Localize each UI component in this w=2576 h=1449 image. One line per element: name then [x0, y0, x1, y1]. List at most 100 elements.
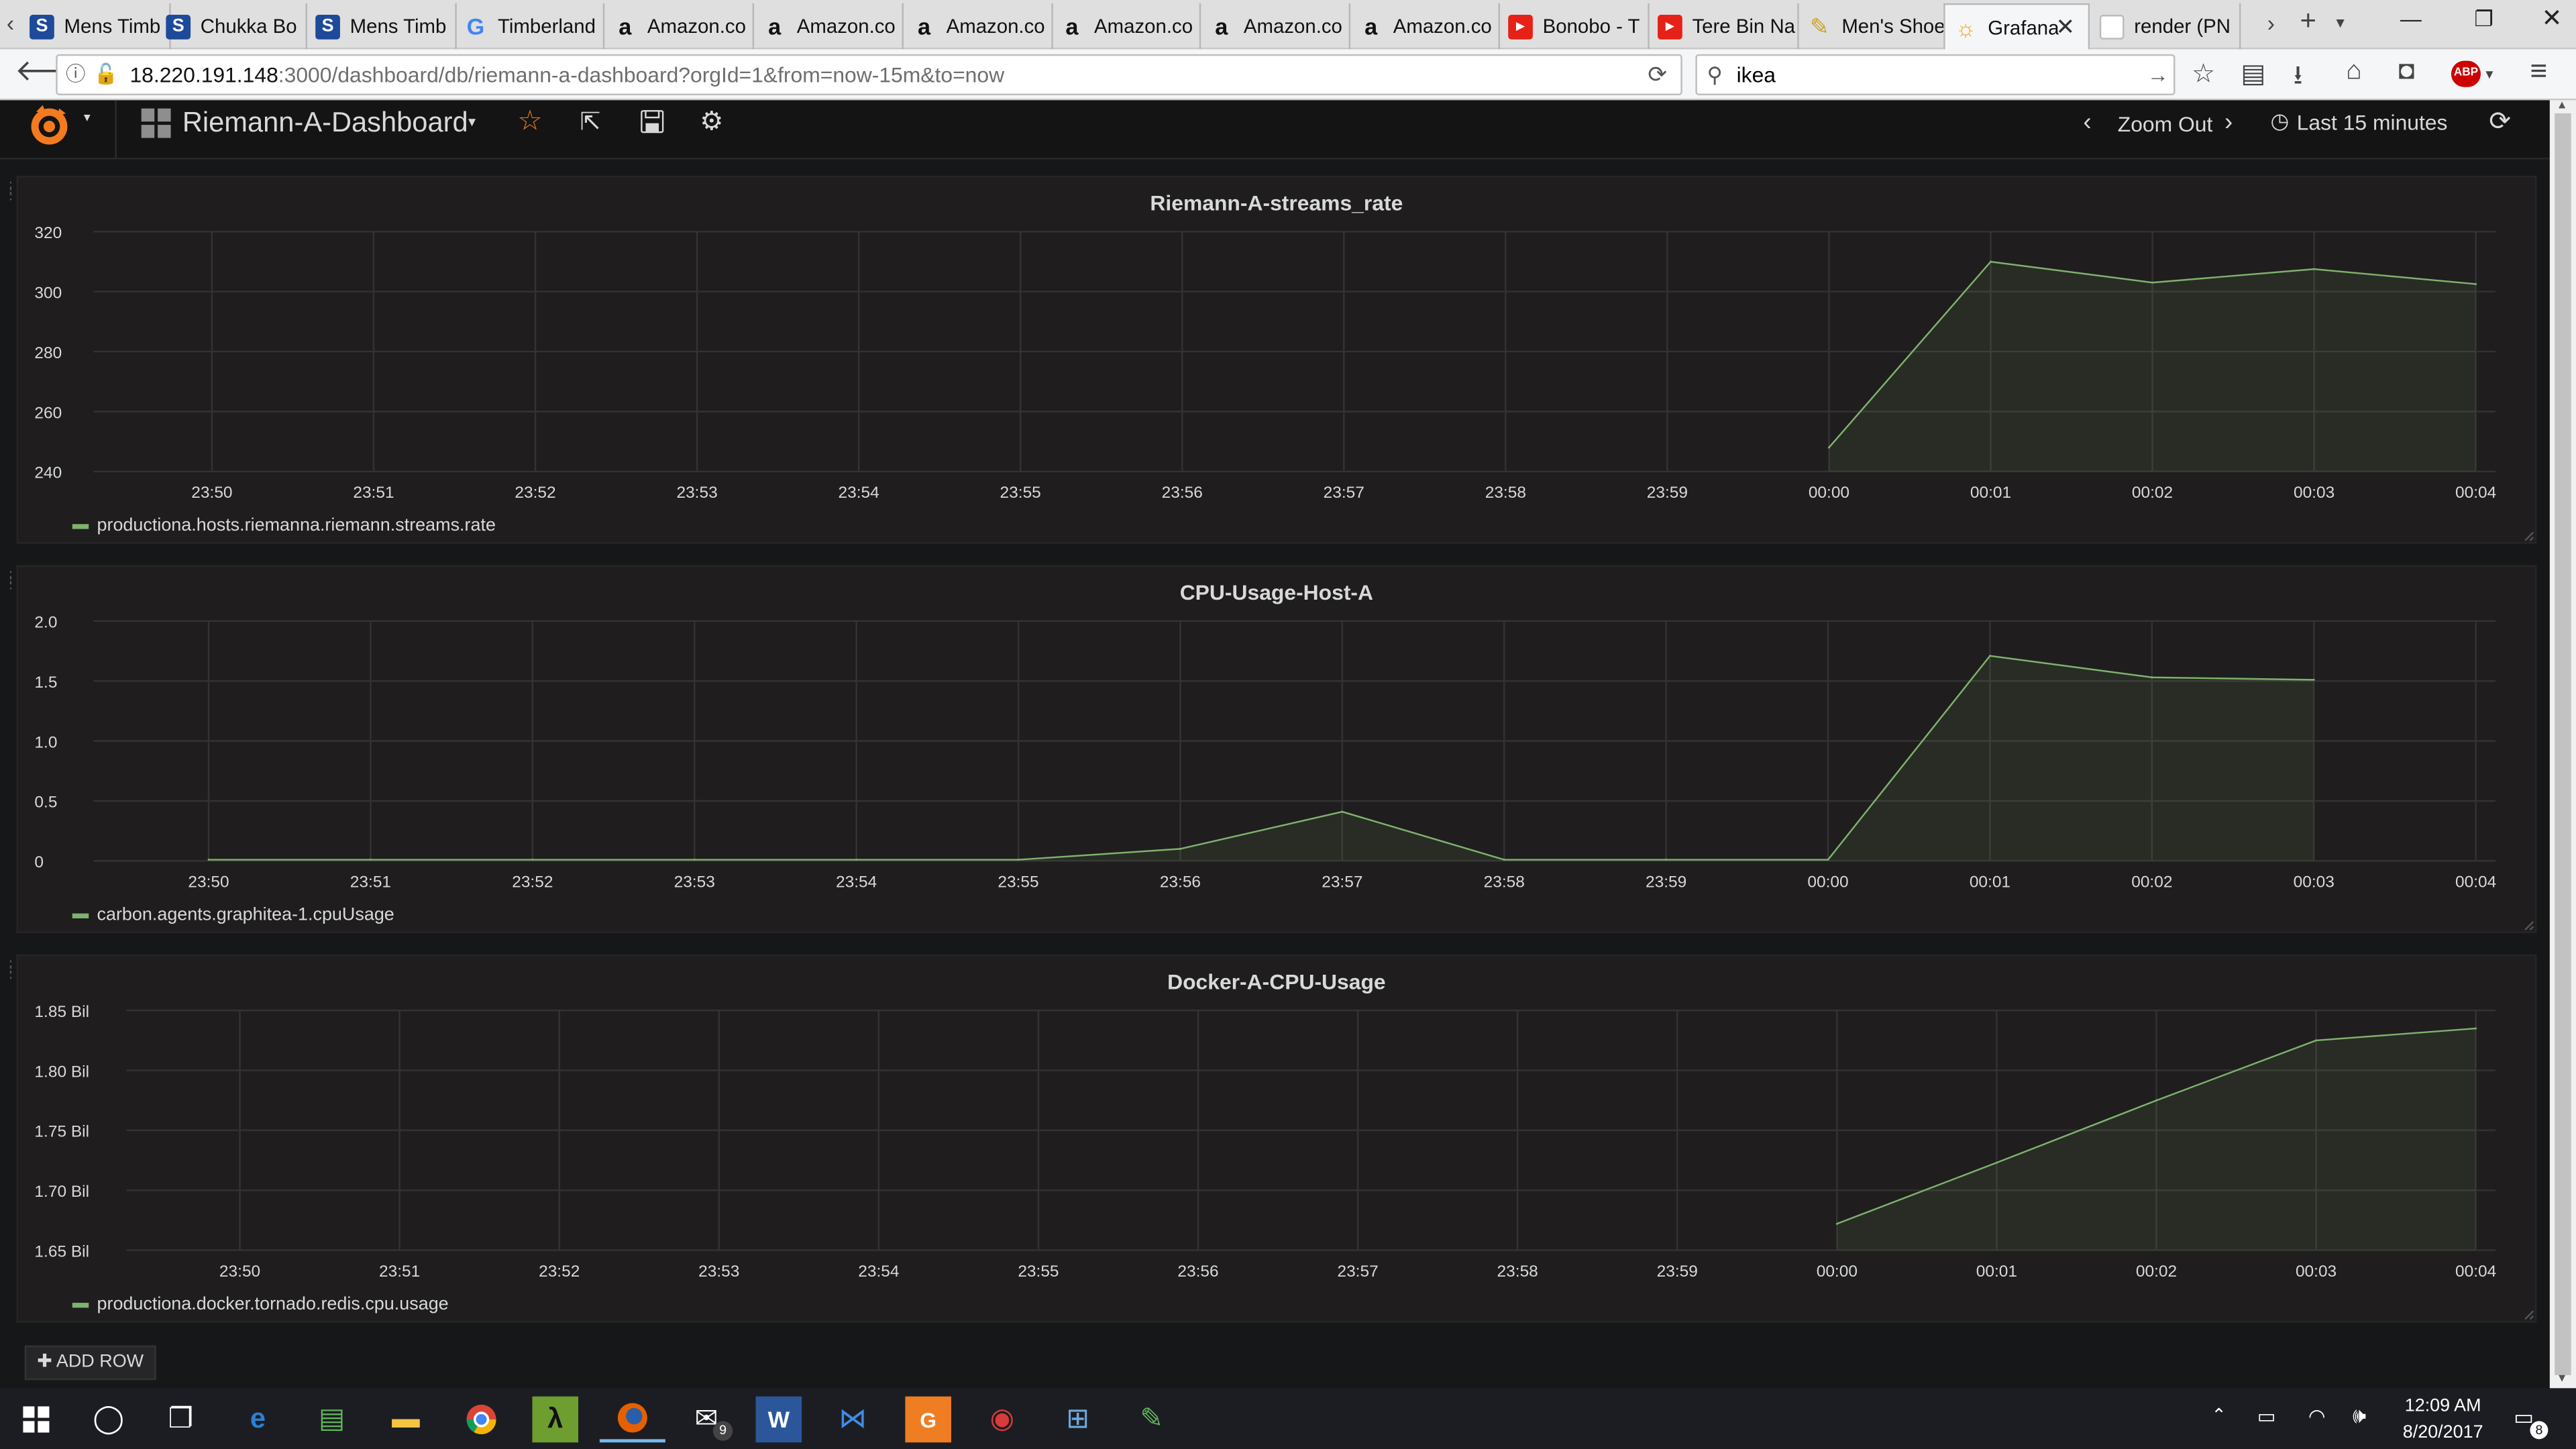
graph-panel[interactable]: 0 0.5 1.0 1.5 2.0 23:50 23:51 23:52 23:53 23:54 23… — [16, 565, 2538, 935]
firefox-icon[interactable] — [599, 1397, 665, 1443]
scroll-tabs-right-icon[interactable]: › — [2267, 10, 2275, 36]
adblock-dropdown-icon[interactable]: ▾ — [2485, 66, 2493, 84]
graph-panel[interactable]: 1.65 Bil 1.70 Bil 1.75 Bil 1.80 Bil 1.85 Bil… — [16, 954, 2537, 1323]
browser-tab[interactable]: a Amazon.co — [1051, 3, 1201, 50]
hamburger-menu-icon[interactable]: ≡ — [2530, 54, 2547, 89]
share-icon[interactable]: ⇱ — [580, 107, 600, 137]
tab-list-dropdown-icon[interactable]: ▾ — [2336, 15, 2344, 33]
panel-resize-handle-icon[interactable] — [2524, 531, 2534, 541]
scroll-tabs-left-icon[interactable]: ‹ — [7, 10, 14, 36]
add-row-button[interactable]: ✚ ADD ROW — [24, 1345, 156, 1381]
vscode-icon[interactable]: ⋈ — [830, 1397, 876, 1443]
insecure-lock-icon[interactable]: 🔓 — [94, 56, 119, 93]
pdf-app-icon[interactable]: G — [905, 1396, 951, 1443]
data-point[interactable] — [1827, 446, 1830, 449]
url-bar[interactable]: ⓘ 🔓 18.220.191.148:3000/dashboard/db/rie… — [56, 54, 1682, 96]
data-point[interactable] — [2475, 1027, 2477, 1030]
browser-tab[interactable]: S Mens Timb — [307, 3, 457, 50]
time-shift-forward-icon[interactable]: › — [2224, 109, 2233, 137]
browser-tab[interactable]: ▶ Bonobo - T — [1500, 3, 1650, 50]
row-drag-handle-icon[interactable]: ⋮ ⋮ — [3, 959, 18, 980]
row-drag-handle-icon[interactable]: ⋮ ⋮ — [3, 570, 18, 591]
close-window-button[interactable]: ✕ — [2542, 3, 2563, 33]
cortana-search-icon[interactable]: ◯ — [85, 1397, 131, 1443]
time-shift-back-icon[interactable]: ‹ — [2083, 109, 2091, 137]
adblock-plus-icon[interactable]: ABP — [2451, 60, 2481, 87]
dashboard-title-dropdown-icon[interactable]: ▾ — [468, 113, 476, 131]
settings-gear-icon[interactable]: ⚙ — [700, 105, 723, 138]
scrollbar-thumb[interactable] — [2555, 113, 2571, 1375]
search-input[interactable]: ikea — [1737, 56, 1776, 93]
browser-tab[interactable]: S Chukka Bo — [158, 3, 307, 50]
zoom-out-button[interactable]: Zoom Out — [2118, 112, 2213, 137]
show-hidden-icons-icon[interactable]: ⌃ — [2211, 1405, 2226, 1426]
edge-browser-icon[interactable]: e — [235, 1397, 281, 1443]
data-point[interactable] — [531, 859, 534, 861]
time-range-picker[interactable]: Last 15 minutes — [2297, 110, 2448, 135]
scroll-down-icon[interactable]: ▼ — [2557, 1373, 2568, 1385]
data-point[interactable] — [2155, 1099, 2157, 1102]
network-app-icon[interactable]: ⊞ — [1055, 1397, 1101, 1443]
data-point[interactable] — [1835, 1222, 1838, 1225]
legend-item[interactable]: carbon.agents.graphitea-1.cpuUsage — [72, 905, 394, 925]
volume-icon[interactable]: 🕪 — [2353, 1403, 2366, 1429]
logo-dropdown-icon[interactable]: ▾ — [84, 110, 91, 125]
data-point[interactable] — [2313, 268, 2316, 270]
graph-panel[interactable]: 240 260 280 300 320 23:50 23:51 23:52 23:53 23:54… — [16, 176, 2538, 545]
wifi-icon[interactable]: ◠ — [2308, 1405, 2326, 1428]
data-point[interactable] — [2151, 281, 2154, 284]
data-point[interactable] — [2315, 1039, 2318, 1042]
star-icon[interactable]: ☆ — [517, 105, 542, 138]
chrome-icon[interactable] — [458, 1397, 504, 1443]
dashboard-title[interactable]: Riemann-A-Dashboard — [182, 107, 468, 140]
panel-title[interactable]: Riemann-A-streams_rate — [18, 191, 2535, 215]
word-icon[interactable]: W — [755, 1396, 802, 1443]
panel-title[interactable]: Docker-A-CPU-Usage — [18, 969, 2535, 994]
downloads-icon[interactable]: ⭳ — [2294, 58, 2303, 102]
graph-plot[interactable]: 0 0.5 1.0 1.5 2.0 23:50 23:51 23:52 23:53 23:54 23… — [18, 567, 2538, 935]
data-point[interactable] — [2151, 676, 2153, 679]
vpn-app-icon[interactable]: ◉ — [979, 1397, 1026, 1443]
notepad-plus-icon[interactable]: ▤ — [309, 1397, 355, 1443]
restore-window-button[interactable]: ❐ — [2474, 7, 2493, 33]
save-icon[interactable] — [641, 110, 664, 133]
data-point[interactable] — [1179, 847, 1181, 850]
data-point[interactable] — [1827, 859, 1829, 861]
graph-plot[interactable]: 240 260 280 300 320 23:50 23:51 23:52 23:53 23:54… — [18, 177, 2538, 545]
minimize-window-button[interactable]: — — [2400, 7, 2422, 32]
task-view-icon[interactable]: ❐ — [158, 1397, 204, 1443]
panel-title[interactable]: CPU-Usage-Host-A — [18, 580, 2535, 604]
pocket-icon[interactable]: ◘ — [2399, 58, 2415, 87]
windows-start-icon[interactable] — [13, 1397, 60, 1443]
data-point[interactable] — [2475, 283, 2477, 285]
data-point[interactable] — [1017, 859, 1020, 861]
data-point[interactable] — [1503, 859, 1505, 861]
data-point[interactable] — [1988, 655, 1991, 657]
panel-resize-handle-icon[interactable] — [2524, 921, 2534, 930]
row-drag-handle-icon[interactable]: ⋮ ⋮ — [3, 180, 18, 201]
data-point[interactable] — [369, 859, 372, 861]
browser-tab[interactable]: ✎ Men's Shoe — [1799, 3, 1949, 50]
data-point[interactable] — [855, 859, 858, 861]
notepad-icon[interactable]: ✎ — [1128, 1397, 1175, 1443]
info-icon[interactable]: ⓘ — [66, 56, 85, 93]
search-bar[interactable]: ⚲ ikea → — [1695, 54, 2176, 96]
data-point[interactable] — [207, 859, 210, 861]
home-icon[interactable]: ⌂ — [2346, 58, 2362, 87]
system-clock[interactable]: 12:09 AM 8/20/2017 — [2392, 1393, 2494, 1446]
browser-tab[interactable]: a Amazon.co — [904, 3, 1053, 50]
browser-tab[interactable]: a Amazon.co — [1350, 3, 1500, 50]
browser-tab[interactable]: ▶ Tere Bin Na — [1650, 3, 1799, 50]
data-point[interactable] — [1995, 1161, 1998, 1164]
new-tab-button[interactable]: + — [2300, 5, 2316, 38]
data-point[interactable] — [2312, 678, 2315, 681]
data-point[interactable] — [693, 859, 696, 861]
page-scrollbar[interactable]: ▲ ▼ — [2549, 100, 2576, 1389]
browser-tab[interactable]: S Mens Timb — [21, 3, 171, 50]
close-tab-icon[interactable]: ✕ — [2055, 13, 2075, 42]
legend-item[interactable]: productiona.hosts.riemanna.riemann.strea… — [72, 516, 496, 535]
search-go-arrow-icon[interactable]: → — [2147, 56, 2169, 93]
grafana-logo-icon[interactable] — [23, 102, 75, 148]
data-point[interactable] — [1341, 810, 1344, 813]
panel-resize-handle-icon[interactable] — [2524, 1310, 2534, 1320]
